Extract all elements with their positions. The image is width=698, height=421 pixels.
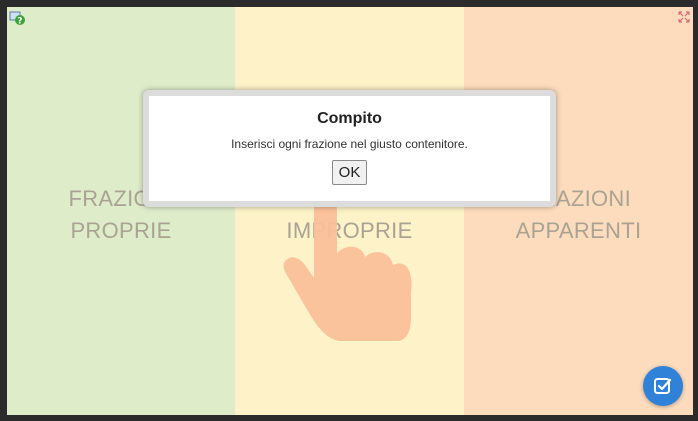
drop-zone-apparent-fractions[interactable]: FRAZIONI APPARENTI	[464, 7, 693, 415]
hand-pointer-icon	[283, 203, 412, 341]
check-icon	[654, 378, 672, 394]
dialog-body: Compito Inserisci ogni frazione nel gius…	[149, 96, 550, 201]
help-icon[interactable]: ?	[9, 10, 25, 27]
drop-zone-proper-fractions[interactable]: FRAZIONI PROPRIE	[7, 7, 235, 415]
task-dialog: Compito Inserisci ogni frazione nel gius…	[143, 90, 556, 207]
ok-button[interactable]: OK	[331, 160, 368, 185]
activity-stage: FRAZIONI PROPRIE FRAZIONI IMPROPRIE FRAZ…	[7, 7, 693, 415]
zone-label-line2: PROPRIE	[70, 218, 172, 243]
svg-text:?: ?	[17, 17, 22, 27]
zone-label-line2: APPARENTI	[515, 218, 642, 243]
dialog-title: Compito	[317, 110, 382, 127]
fullscreen-icon[interactable]	[678, 10, 690, 23]
dialog-message: Inserisci ogni frazione nel giusto conte…	[231, 137, 468, 151]
check-answer-button[interactable]	[643, 366, 683, 406]
